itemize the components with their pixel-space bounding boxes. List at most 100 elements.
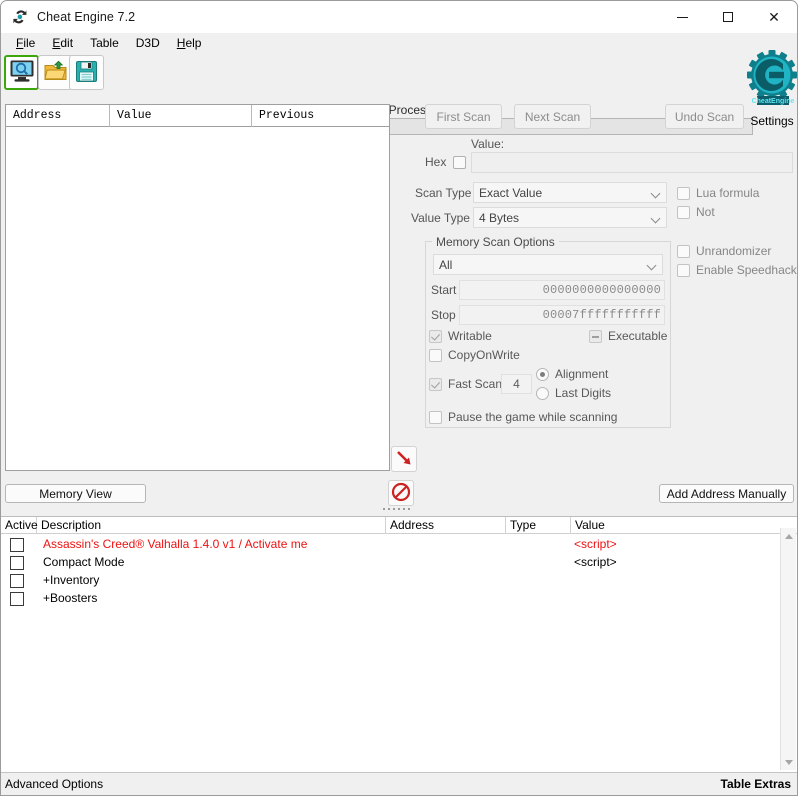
checkbox-box — [429, 348, 442, 362]
chevron-down-icon — [650, 188, 661, 199]
enable-speedhack-checkbox[interactable]: Enable Speedhack — [677, 263, 797, 277]
close-button[interactable]: ✕ — [751, 1, 797, 33]
hex-checkbox[interactable] — [453, 156, 466, 169]
table-row[interactable]: Compact Mode <script> — [1, 554, 761, 572]
memory-region-select[interactable]: All — [433, 254, 663, 275]
lua-formula-checkbox[interactable]: Lua formula — [677, 186, 759, 200]
pause-game-label: Pause the game while scanning — [448, 410, 618, 424]
menu-d3d[interactable]: D3D — [128, 35, 169, 51]
row-active-checkbox[interactable] — [10, 538, 24, 552]
checkbox-box — [677, 263, 690, 277]
scan-value-input[interactable] — [471, 152, 793, 173]
save-file-button[interactable] — [69, 55, 104, 90]
panel-splitter-handle[interactable] — [383, 506, 413, 511]
cheat-table-column-address[interactable]: Address — [386, 517, 506, 534]
last-digits-radio[interactable]: Last Digits — [536, 386, 611, 400]
scroll-up-icon[interactable] — [781, 528, 797, 544]
row-value[interactable]: <script> — [574, 537, 617, 551]
scan-results-list[interactable]: Address Value Previous — [5, 104, 390, 471]
row-active-checkbox[interactable] — [10, 592, 24, 606]
last-digits-label: Last Digits — [555, 386, 612, 400]
checkbox-box — [677, 244, 690, 258]
fast-scan-checkbox[interactable]: Fast Scan — [429, 377, 502, 391]
radio-dot — [536, 386, 549, 400]
add-to-address-list-button[interactable] — [391, 446, 417, 472]
first-scan-button[interactable]: First Scan — [425, 104, 502, 129]
scan-type-select[interactable]: Exact Value — [473, 182, 667, 203]
red-arrow-down-right-icon — [395, 449, 413, 470]
title-bar: Cheat Engine 7.2 ✕ — [1, 1, 797, 33]
window-title: Cheat Engine 7.2 — [37, 10, 136, 24]
executable-checkbox[interactable]: Executable — [589, 329, 667, 343]
cheat-engine-icon — [12, 9, 28, 25]
value-type-select[interactable]: 4 Bytes — [473, 207, 667, 228]
value-type-value: 4 Bytes — [479, 211, 520, 225]
cheat-engine-window: Cheat Engine 7.2 ✕ File Edit Table D3D H… — [0, 0, 798, 796]
enable-speedhack-label: Enable Speedhack — [696, 263, 797, 277]
table-row[interactable]: +Inventory — [1, 572, 761, 590]
pause-game-checkbox[interactable]: Pause the game while scanning — [429, 410, 617, 424]
start-label: Start — [431, 283, 457, 297]
menu-help[interactable]: Help — [169, 35, 211, 51]
alignment-radio[interactable]: Alignment — [536, 367, 608, 381]
scan-results-header: Address Value Previous — [6, 105, 389, 127]
add-address-manually-button[interactable]: Add Address Manually — [659, 484, 794, 503]
copyonwrite-checkbox[interactable]: CopyOnWrite — [429, 348, 520, 362]
checkbox-box — [677, 186, 690, 200]
cheat-table-header: Active Description Address Type Value — [1, 517, 797, 534]
open-folder-icon — [43, 60, 68, 85]
not-checkbox[interactable]: Not — [677, 205, 715, 219]
row-description[interactable]: +Inventory — [43, 573, 99, 587]
value-type-label: Value Type — [411, 211, 470, 225]
fast-scan-value-input[interactable]: 4 — [501, 374, 532, 394]
table-row[interactable]: +Boosters — [1, 590, 761, 608]
row-active-checkbox[interactable] — [10, 574, 24, 588]
memory-view-button[interactable]: Memory View — [5, 484, 146, 503]
row-value[interactable]: <script> — [574, 555, 617, 569]
stop-address-input[interactable]: 00007fffffffffff — [459, 305, 665, 325]
writable-checkbox[interactable]: Writable — [429, 329, 492, 343]
row-active-checkbox[interactable] — [10, 556, 24, 570]
checkbox-box — [589, 329, 602, 343]
clear-address-list-button[interactable] — [388, 480, 414, 506]
scan-results-column-value[interactable]: Value — [110, 105, 252, 127]
memory-scan-options-title: Memory Scan Options — [432, 235, 559, 249]
maximize-button[interactable] — [705, 1, 751, 33]
start-address-input[interactable]: 0000000000000000 — [459, 280, 665, 300]
unrandomizer-checkbox[interactable]: Unrandomizer — [677, 244, 771, 258]
scan-results-column-previous[interactable]: Previous — [252, 105, 391, 127]
settings-label[interactable]: Settings — [745, 114, 797, 128]
cheat-table-column-value[interactable]: Value — [571, 517, 761, 534]
row-description[interactable]: +Boosters — [43, 591, 97, 605]
checkbox-box — [429, 410, 442, 424]
scan-type-label: Scan Type — [415, 186, 472, 200]
next-scan-button[interactable]: Next Scan — [514, 104, 591, 129]
undo-scan-button[interactable]: Undo Scan — [665, 104, 744, 129]
menu-edit[interactable]: Edit — [44, 35, 82, 51]
open-process-button[interactable] — [4, 55, 39, 90]
scan-results-column-address[interactable]: Address — [6, 105, 110, 127]
alignment-label: Alignment — [555, 367, 609, 381]
writable-label: Writable — [448, 329, 492, 343]
radio-dot — [536, 367, 549, 381]
row-description[interactable]: Compact Mode — [43, 555, 124, 569]
menu-file[interactable]: File — [8, 35, 44, 51]
row-description[interactable]: Assassin's Creed® Valhalla 1.4.0 v1 / Ac… — [43, 537, 307, 551]
scroll-down-icon[interactable] — [781, 754, 797, 770]
cheat-table-column-active[interactable]: Active — [1, 517, 38, 534]
window-controls: ✕ — [659, 1, 797, 33]
advanced-options-link[interactable]: Advanced Options — [5, 777, 103, 791]
checkbox-box — [429, 329, 442, 343]
checkbox-box — [429, 377, 442, 391]
executable-label: Executable — [608, 329, 668, 343]
menu-table[interactable]: Table — [82, 35, 128, 51]
floppy-disk-icon — [75, 60, 98, 86]
cheat-engine-gear-logo[interactable]: CheatEngine — [745, 43, 797, 111]
minimize-button[interactable] — [659, 1, 705, 33]
cheat-table-scrollbar[interactable] — [780, 528, 796, 770]
open-file-button[interactable] — [38, 55, 73, 90]
cheat-table-column-type[interactable]: Type — [506, 517, 571, 534]
cheat-table-column-description[interactable]: Description — [37, 517, 386, 534]
table-row[interactable]: Assassin's Creed® Valhalla 1.4.0 v1 / Ac… — [1, 536, 761, 554]
table-extras-link[interactable]: Table Extras — [721, 777, 791, 791]
